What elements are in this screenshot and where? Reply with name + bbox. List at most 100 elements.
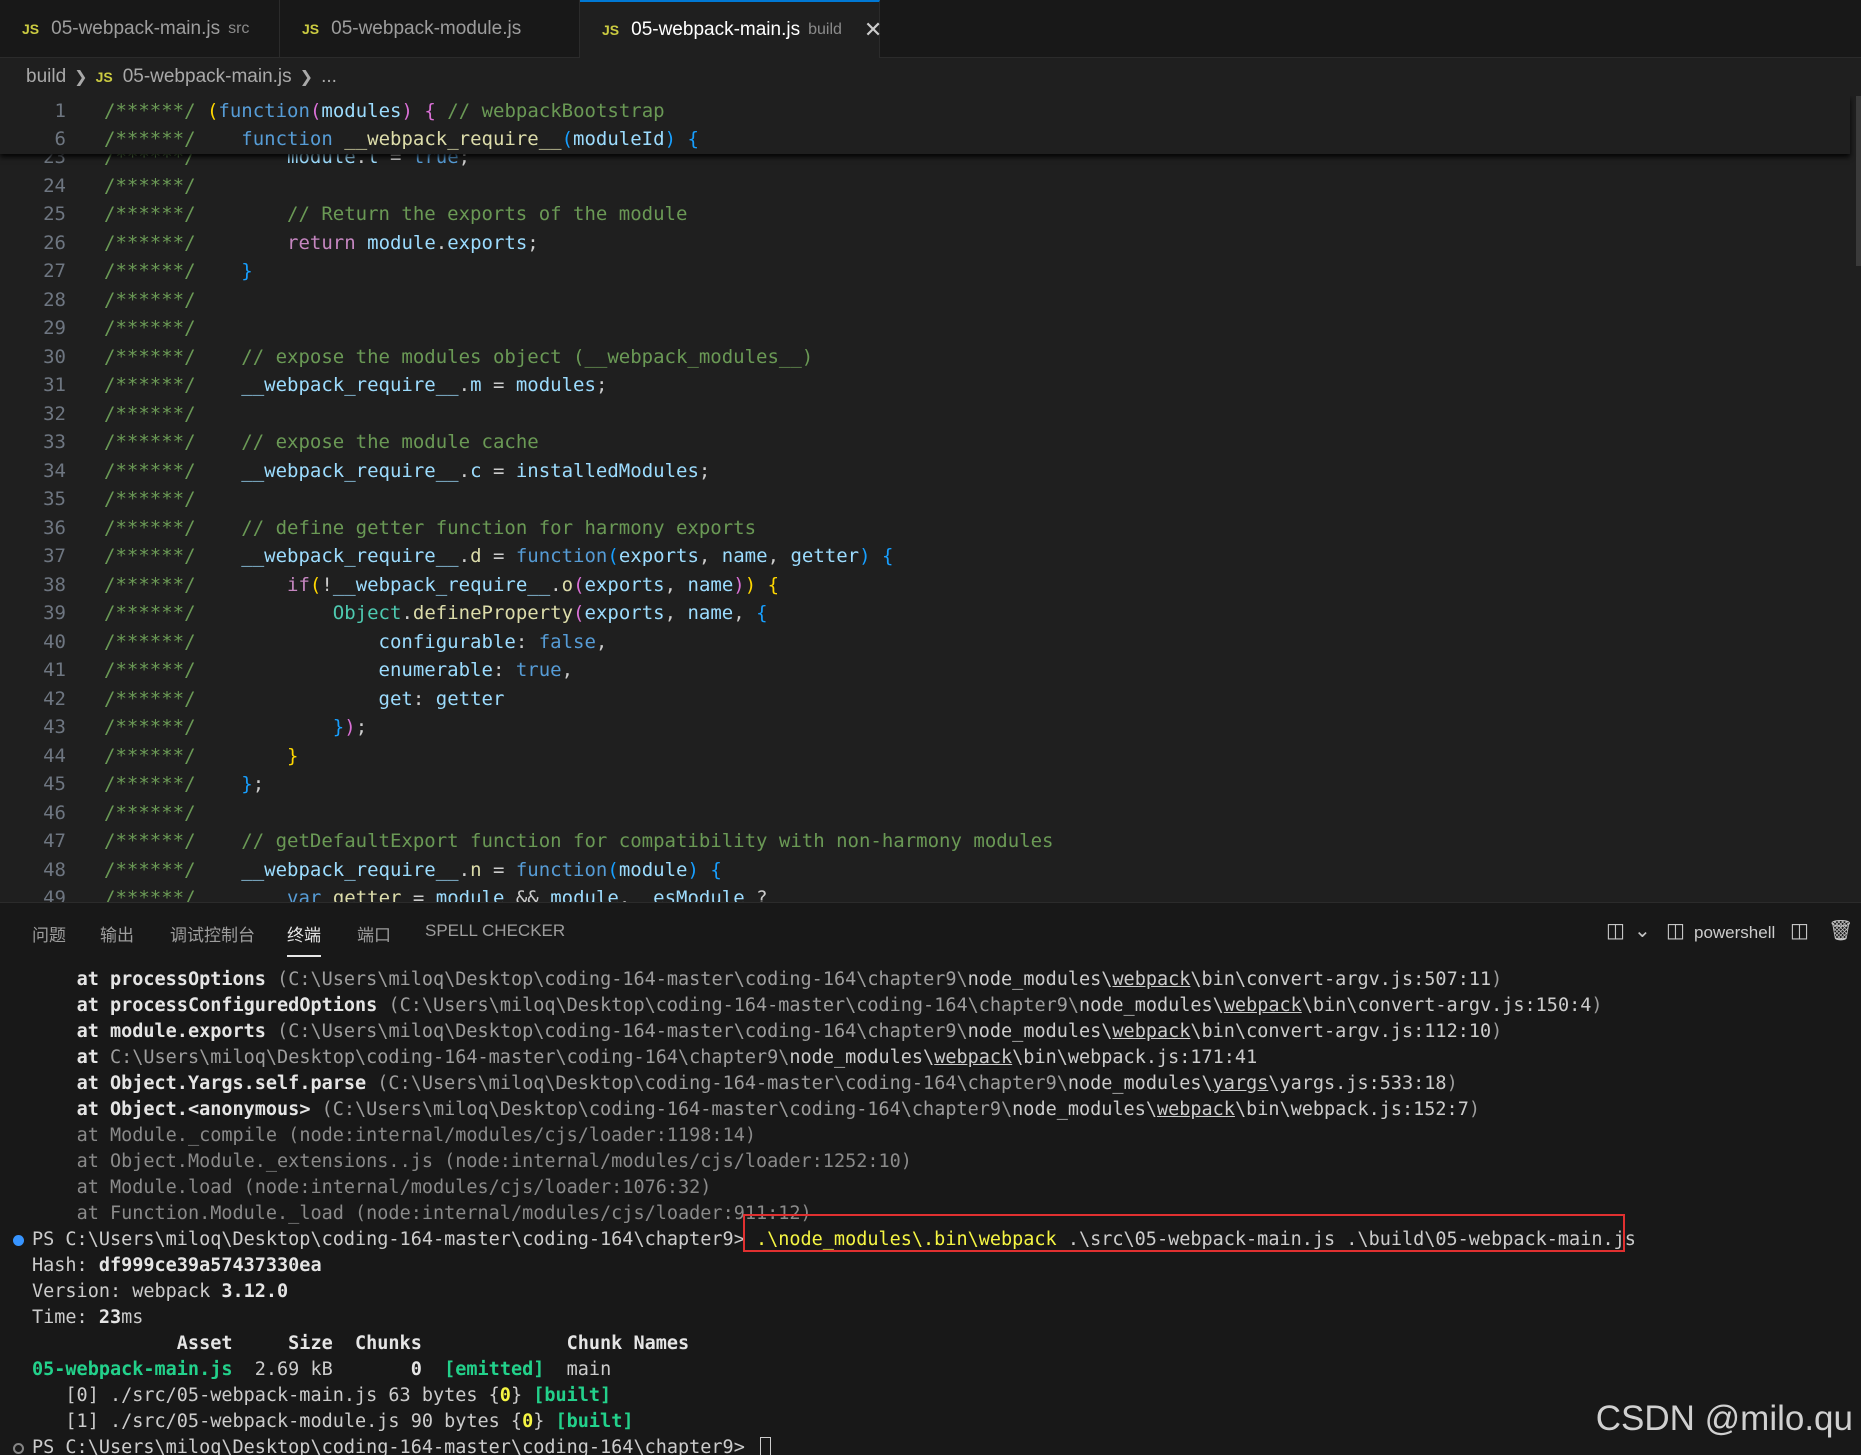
line-code[interactable]: /******/ [104, 799, 196, 827]
line-number: 48 [43, 858, 66, 881]
code-line[interactable]: 28 /******/ [0, 286, 1861, 314]
code-line[interactable]: 46 /******/ [0, 799, 1861, 827]
code-line[interactable]: 41 /******/ enumerable: true, [0, 656, 1861, 684]
line-number: 45 [43, 773, 66, 795]
line-code[interactable]: /******/ // getDefaultExport function fo… [104, 827, 1053, 855]
line-code[interactable]: /******/ // define getter function for h… [104, 514, 756, 542]
line-number: 44 [43, 744, 66, 767]
breadcrumb-more[interactable]: ... [321, 66, 337, 88]
breadcrumb-folder[interactable]: build [26, 66, 66, 88]
terminal-line: at Module.load (node:internal/modules/cj… [76, 1177, 712, 1198]
line-code[interactable]: /******/ __webpack_require__.c = install… [104, 457, 710, 485]
panel-tab-2[interactable]: 调试控制台 [170, 921, 255, 946]
line-code[interactable]: /******/ // Return the exports of the mo… [104, 200, 687, 228]
line-code[interactable]: /******/ // expose the modules object (_… [104, 343, 813, 371]
code-line[interactable]: 48 /******/ __webpack_require__.n = funct… [0, 856, 1861, 884]
line-number: 24 [43, 174, 66, 197]
tab-label: 05-webpack-main.js [51, 18, 221, 39]
tab-label: 05-webpack-main.js [631, 19, 801, 40]
split-editor-icon[interactable]: ◫ [1606, 918, 1625, 943]
line-code[interactable]: /******/ // expose the module cache [104, 428, 539, 456]
breadcrumb-file[interactable]: 05-webpack-main.js [123, 66, 292, 88]
line-code[interactable]: /******/ return module.exports; [104, 229, 539, 257]
line-code[interactable]: /******/ (function(modules) { // webpack… [104, 97, 665, 125]
code-line[interactable]: 32 /******/ [0, 400, 1861, 428]
line-number: 29 [43, 317, 66, 339]
code-line[interactable]: 26 /******/ return module.exports; [0, 229, 1861, 257]
line-code[interactable]: /******/ if(!__webpack_require__.o(expor… [104, 571, 779, 599]
terminal[interactable]: at processOptions (C:\Users\miloq\Deskto… [0, 959, 1861, 1455]
code-line[interactable]: 33 /******/ // expose the module cache [0, 428, 1861, 456]
panel-tab-5[interactable]: SPELL CHECKER [425, 921, 565, 941]
line-code[interactable]: /******/ } [104, 742, 298, 770]
line-code[interactable]: /******/ __webpack_require__.m = modules… [104, 371, 607, 399]
sticky-line[interactable]: 6 /******/ function __webpack_require__(m… [0, 125, 1861, 153]
code-line[interactable]: 27 /******/ } [0, 257, 1861, 285]
tab-description: build [808, 21, 842, 38]
code-line[interactable]: 36 /******/ // define getter function for… [0, 514, 1861, 542]
code-line[interactable]: 31 /******/ __webpack_require__.m = modul… [0, 371, 1861, 399]
code-line[interactable]: 44 /******/ } [0, 742, 1861, 770]
code-line[interactable]: 24 /******/ [0, 172, 1861, 200]
line-code[interactable]: /******/ get: getter [104, 685, 504, 713]
panel-tab-1[interactable]: 输出 [100, 921, 134, 946]
code-line[interactable]: 49 /******/ var getter = module && module… [0, 884, 1861, 902]
code-line[interactable]: 40 /******/ configurable: false, [0, 628, 1861, 656]
line-number: 37 [43, 545, 66, 567]
terminal-icon[interactable]: ◫ [1666, 918, 1685, 943]
code-body[interactable]: 23/******/ module.l = true; 24/******/25/… [0, 96, 1861, 902]
code-editor[interactable]: 23/******/ module.l = true; 24/******/25/… [0, 96, 1861, 902]
code-line[interactable]: 35 /******/ [0, 485, 1861, 513]
close-icon[interactable]: ✕ [864, 17, 882, 43]
split-terminal-icon[interactable]: ◫ [1790, 918, 1809, 943]
sticky-scroll-header[interactable]: 1 /******/ (function(modules) { // webpac… [0, 96, 1850, 154]
line-code[interactable]: /******/ __webpack_require__.n = functio… [104, 856, 722, 884]
tab-1[interactable]: JS 05-webpack-main.js src [0, 0, 280, 58]
code-line[interactable]: 34 /******/ __webpack_require__.c = insta… [0, 457, 1861, 485]
line-code[interactable]: /******/ [104, 485, 196, 513]
line-code[interactable]: /******/ [104, 286, 196, 314]
line-number: 36 [43, 516, 66, 539]
line-code[interactable]: /******/ [104, 314, 196, 342]
line-code[interactable]: /******/ }); [104, 713, 367, 741]
code-line[interactable]: 29 /******/ [0, 314, 1861, 342]
code-line[interactable]: 45 /******/ }; [0, 770, 1861, 798]
code-line[interactable]: 39 /******/ Object.defineProperty(exports… [0, 599, 1861, 627]
panel-tab-0[interactable]: 问题 [32, 921, 66, 946]
panel-tab-4[interactable]: 端口 [357, 921, 391, 946]
code-line[interactable]: 47 /******/ // getDefaultExport function … [0, 827, 1861, 855]
line-code[interactable]: /******/ enumerable: true, [104, 656, 573, 684]
code-line[interactable]: 42 /******/ get: getter [0, 685, 1861, 713]
terminal-line: Version: webpack 3.12.0 [32, 1281, 289, 1302]
code-line[interactable]: 43 /******/ }); [0, 713, 1861, 741]
code-line[interactable]: 30 /******/ // expose the modules object … [0, 343, 1861, 371]
line-code[interactable]: /******/ [104, 172, 196, 200]
shell-label[interactable]: powershell [1694, 923, 1775, 943]
line-code[interactable]: /******/ }; [104, 770, 264, 798]
terminal-line: at C:\Users\miloq\Desktop\coding-164-mas… [76, 1047, 1258, 1068]
line-code[interactable]: /******/ } [104, 257, 253, 285]
line-code[interactable]: /******/ configurable: false, [104, 628, 607, 656]
line-code[interactable]: /******/ [104, 400, 196, 428]
terminal-line: at processConfiguredOptions (C:\Users\mi… [76, 995, 1603, 1016]
command-status-dot[interactable] [13, 1443, 24, 1454]
tab-3[interactable]: JS 05-webpack-main.js build ✕ [580, 0, 882, 58]
line-number: 46 [43, 801, 66, 824]
line-code[interactable]: /******/ Object.defineProperty(exports, … [104, 599, 768, 627]
line-code[interactable]: /******/ __webpack_require__.d = functio… [104, 542, 893, 570]
terminal-line: [0] ./src/05-webpack-main.js 63 bytes {0… [32, 1385, 612, 1406]
line-number: 25 [43, 203, 66, 225]
line-number: 41 [43, 659, 66, 681]
terminal-line: Time: 23ms [32, 1307, 144, 1328]
chevron-down-icon[interactable]: ⌄ [1634, 918, 1651, 943]
panel-tab-3[interactable]: 终端 [287, 921, 321, 957]
code-line[interactable]: 37 /******/ __webpack_require__.d = funct… [0, 542, 1861, 570]
line-code[interactable]: /******/ function __webpack_require__(mo… [104, 125, 699, 153]
line-code[interactable]: /******/ var getter = module && module._… [104, 884, 768, 902]
command-status-dot[interactable] [13, 1235, 24, 1246]
code-line[interactable]: 38 /******/ if(!__webpack_require__.o(exp… [0, 571, 1861, 599]
trash-icon[interactable]: 🗑 [1828, 918, 1853, 943]
code-line[interactable]: 25 /******/ // Return the exports of the … [0, 200, 1861, 228]
sticky-line[interactable]: 1 /******/ (function(modules) { // webpac… [0, 97, 1861, 125]
tab-2[interactable]: JS 05-webpack-module.js [280, 0, 580, 58]
